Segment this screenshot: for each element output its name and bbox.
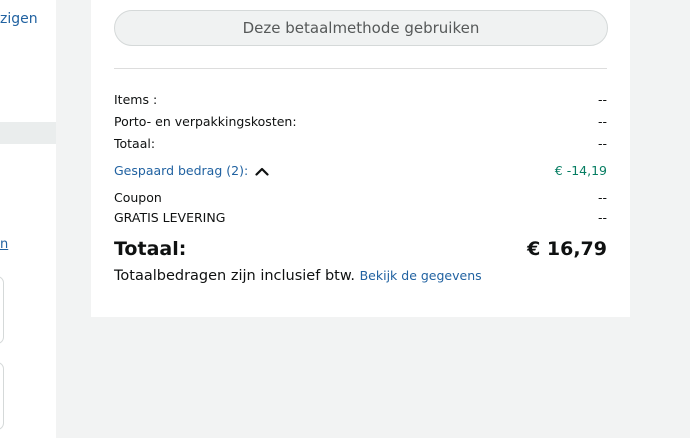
order-total-label: Totaal: (114, 238, 187, 260)
order-total-value: € 16,79 (527, 238, 607, 260)
free-delivery-label: GRATIS LEVERING (114, 210, 226, 225)
subtotal-value: -- (597, 136, 607, 151)
items-value: -- (597, 92, 607, 107)
summary-row-savings: Gespaard bedrag (2): € -14,19 (114, 163, 607, 179)
chevron-up-icon[interactable] (255, 166, 269, 176)
savings-value: € -14,19 (554, 163, 607, 178)
coupon-value: -- (597, 190, 607, 205)
view-details-link[interactable]: Bekijk de gegevens (360, 268, 482, 283)
savings-toggle[interactable]: Gespaard bedrag (2): (114, 163, 269, 179)
summary-row-items: Items : -- (114, 92, 607, 108)
summary-row-subtotal: Totaal: -- (114, 136, 607, 152)
use-payment-method-button[interactable]: Deze betaalmethode gebruiken (114, 10, 608, 46)
left-panel-link-top[interactable]: zigen (0, 11, 38, 27)
left-panel-link-mid[interactable]: n (0, 237, 8, 252)
summary-divider (114, 68, 607, 69)
coupon-label: Coupon (114, 190, 162, 205)
left-panel-option-box[interactable] (0, 362, 4, 430)
summary-row-total: Totaal: € 16,79 (114, 237, 607, 261)
summary-row-free-delivery: GRATIS LEVERING -- (114, 210, 607, 226)
left-panel: zigen n (0, 0, 56, 438)
items-label: Items : (114, 92, 158, 107)
savings-label: Gespaard bedrag (2): (114, 163, 249, 178)
summary-row-shipping: Porto- en verpakkingskosten: -- (114, 114, 607, 130)
shipping-label: Porto- en verpakkingskosten: (114, 114, 297, 129)
shipping-value: -- (597, 114, 607, 129)
order-summary-card: Deze betaalmethode gebruiken Items : -- … (91, 0, 630, 317)
subtotal-label: Totaal: (114, 136, 156, 151)
summary-row-coupon: Coupon -- (114, 190, 607, 206)
free-delivery-value: -- (597, 210, 607, 225)
left-panel-divider (0, 122, 56, 144)
left-panel-option-box[interactable] (0, 276, 4, 344)
vat-note: Totaalbedragen zijn inclusief btw. Bekij… (114, 268, 482, 284)
vat-note-text: Totaalbedragen zijn inclusief btw. (114, 268, 355, 284)
